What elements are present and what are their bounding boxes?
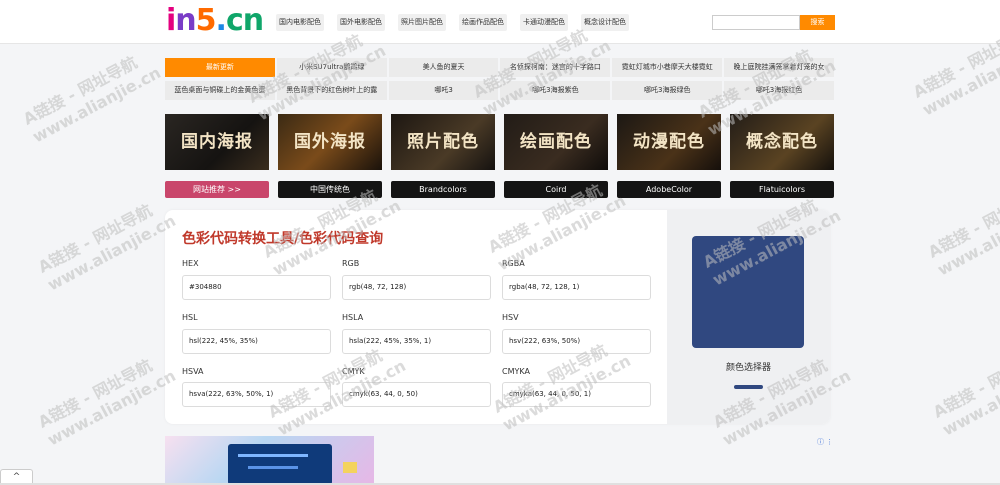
tile-photo-palette[interactable]: 照片配色 (391, 114, 495, 170)
tile-domestic-poster[interactable]: 国内海报 (165, 114, 269, 170)
latest-update-label[interactable]: 最新更新 (165, 58, 275, 77)
nav-item-domestic-movie[interactable]: 国内电影配色 (276, 14, 324, 31)
main-nav: 国内电影配色 国外电影配色 照片图片配色 绘画作品配色 卡通动漫配色 概念设计配… (276, 14, 629, 31)
logo-dot: . (215, 3, 227, 38)
link-brandcolors[interactable]: Brandcolors (391, 181, 495, 198)
update-link[interactable]: 霓虹灯城市小巷摩天大楼霓虹 (612, 58, 723, 77)
watermark: A链接 - 网址导航 www.alianjie.cn (925, 185, 1000, 280)
tile-concept-palette[interactable]: 概念配色 (730, 114, 834, 170)
rgb-field[interactable]: rgb(48, 72, 128) (342, 275, 491, 300)
logo-cn: cn (225, 3, 264, 38)
category-tiles: 国内海报 国外海报 照片配色 绘画配色 动漫配色 概念配色 (165, 114, 834, 170)
nav-item-photo[interactable]: 照片图片配色 (398, 14, 446, 31)
color-swatch[interactable] (692, 236, 804, 348)
watermark: A链接 - 网址导航 www.alianjie.cn (930, 345, 1000, 440)
nav-item-painting[interactable]: 绘画作品配色 (459, 14, 507, 31)
converter-title: 色彩代码转换工具/色彩代码查询 (182, 231, 384, 247)
watermark: A链接 - 网址导航 www.alianjie.cn (35, 355, 179, 450)
update-link[interactable]: 黑色背景下的红色树叶上的露 (276, 81, 387, 100)
tile-anime-palette[interactable]: 动漫配色 (617, 114, 721, 170)
search-input[interactable] (712, 15, 800, 30)
hex-label: HEX (182, 259, 199, 268)
hsla-label: HSLA (342, 313, 364, 322)
link-coird[interactable]: Coird (504, 181, 608, 198)
update-link[interactable]: 美人鱼的夏天 (388, 58, 499, 77)
update-link[interactable]: 蓝色桌面与铜碟上的金黄色蛋 (165, 81, 275, 100)
cmyka-label: CMYKA (502, 367, 530, 376)
nav-item-anime[interactable]: 卡通动漫配色 (520, 14, 568, 31)
hsva-field[interactable]: hsva(222, 63%, 50%, 1) (182, 382, 331, 407)
hex-field[interactable]: #304880 (182, 275, 331, 300)
color-converter-panel: 色彩代码转换工具/色彩代码查询 HEX #304880 RGB rgb(48, … (165, 210, 830, 424)
ad-illustration-screen (228, 444, 332, 485)
tile-foreign-poster[interactable]: 国外海报 (278, 114, 382, 170)
link-chinese-colors[interactable]: 中国传统色 (278, 181, 382, 198)
logo-letter-i: i (166, 3, 176, 38)
hsv-field[interactable]: hsv(222, 63%, 50%) (502, 329, 651, 354)
top-header: in5.cn 国内电影配色 国外电影配色 照片图片配色 绘画作品配色 卡通动漫配… (0, 0, 1000, 44)
watermark: A链接 - 网址导航 www.alianjie.cn (20, 52, 164, 147)
nav-item-concept[interactable]: 概念设计配色 (581, 14, 629, 31)
rgba-field[interactable]: rgba(48, 72, 128, 1) (502, 275, 651, 300)
updates-row-1: 最新更新 小米SU7ultra鹦鹉绿 美人鱼的夏天 名侦探柯南：迷宫的十字路口 … (165, 58, 834, 77)
latest-updates: 最新更新 小米SU7ultra鹦鹉绿 美人鱼的夏天 名侦探柯南：迷宫的十字路口 … (165, 58, 834, 104)
logo-digit-5: 5 (195, 3, 217, 38)
recommended-links: 网站推荐 >> 中国传统色 Brandcolors Coird AdobeCol… (165, 181, 834, 198)
watermark: A链接 - 网址导航 www.alianjie.cn (35, 200, 179, 295)
search-button[interactable]: 搜索 (800, 15, 835, 30)
hsla-field[interactable]: hsla(222, 45%, 35%, 1) (342, 329, 491, 354)
update-link[interactable]: 哪吒3海报绿色 (612, 81, 723, 100)
site-logo[interactable]: in5.cn (166, 3, 264, 38)
rgb-label: RGB (342, 259, 360, 268)
update-link[interactable]: 名侦探柯南：迷宫的十字路口 (500, 58, 611, 77)
hsva-label: HSVA (182, 367, 204, 376)
ad-banner[interactable] (165, 436, 374, 485)
update-link[interactable]: 晚上庭院挂满笼掌着灯笼的女 (724, 58, 834, 77)
color-picker-label: 颜色选择器 (725, 363, 771, 373)
logo-letter-n: n (175, 3, 196, 38)
link-flatuicolors[interactable]: Flatuicolors (730, 181, 834, 198)
update-link[interactable]: 哪吒3海报紫色 (500, 81, 611, 100)
ad-info-icon[interactable]: ⓘ ⋮ (817, 437, 833, 447)
hsv-label: HSV (502, 313, 519, 322)
update-link[interactable]: 哪吒3海报红色 (724, 81, 834, 100)
color-picker-bar[interactable] (734, 385, 763, 389)
nav-item-foreign-movie[interactable]: 国外电影配色 (337, 14, 385, 31)
site-recommend-button[interactable]: 网站推荐 >> (165, 181, 269, 198)
cmyk-field[interactable]: cmyk(63, 44, 0, 50) (342, 382, 491, 407)
color-picker-panel: 颜色选择器 (667, 210, 830, 424)
cmyk-label: CMYK (342, 367, 365, 376)
cmyka-field[interactable]: cmyka(63, 44, 0, 50, 1) (502, 382, 651, 407)
update-link[interactable]: 哪吒3 (388, 81, 499, 100)
ad-illustration-shape (343, 462, 357, 473)
hsl-field[interactable]: hsl(222, 45%, 35%) (182, 329, 331, 354)
update-link[interactable]: 小米SU7ultra鹦鹉绿 (276, 58, 387, 77)
tile-painting-palette[interactable]: 绘画配色 (504, 114, 608, 170)
updates-row-2: 蓝色桌面与铜碟上的金黄色蛋 黑色背景下的红色树叶上的露 哪吒3 哪吒3海报紫色 … (165, 81, 834, 100)
rgba-label: RGBA (502, 259, 525, 268)
hsl-label: HSL (182, 313, 198, 322)
link-adobecolor[interactable]: AdobeColor (617, 181, 721, 198)
